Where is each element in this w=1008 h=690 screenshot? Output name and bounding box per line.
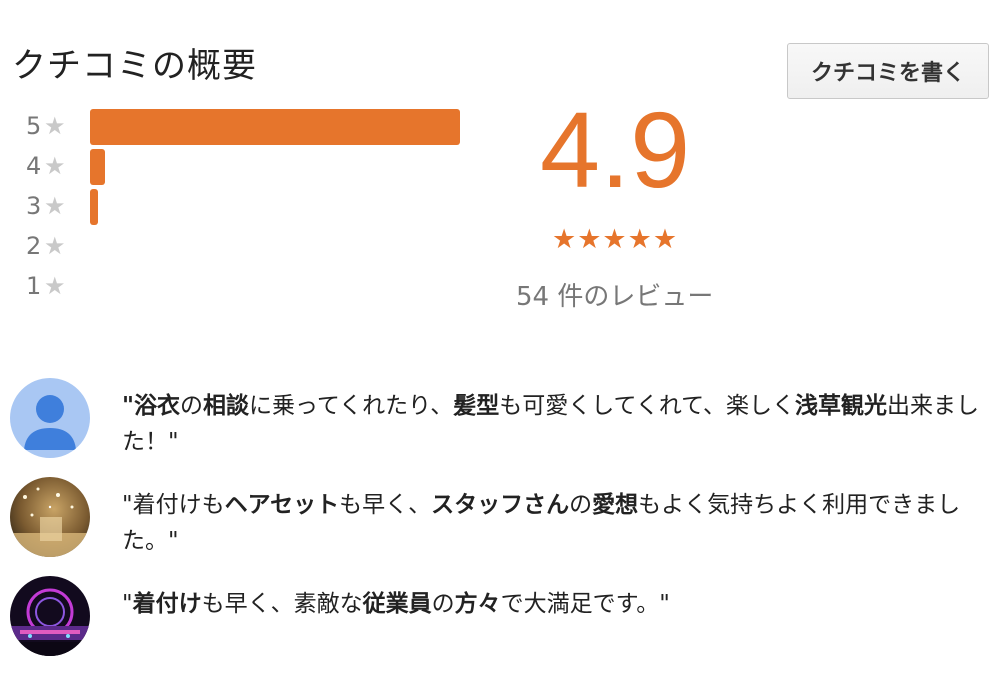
histogram-star-label: 4 — [26, 152, 42, 180]
highlighted-keyword: 方々 — [454, 591, 501, 617]
review-item: "浴衣の相談に乗ってくれたり、髪型も可愛くしてくれて、楽しく浅草観光出来ました！… — [10, 378, 1000, 458]
highlighted-keyword: 髪型 — [453, 393, 500, 419]
average-score: 4.9 — [540, 89, 691, 210]
review-text-fragment: の — [431, 591, 455, 617]
highlighted-keyword: 着付け — [132, 591, 202, 617]
review-snippet: "浴衣の相談に乗ってくれたり、髪型も可愛くしてくれて、楽しく浅草観光出来ました！… — [122, 388, 992, 460]
review-text-fragment: の — [569, 492, 593, 518]
avatar[interactable] — [10, 378, 90, 458]
histogram-star-label: 3 — [26, 192, 42, 220]
avatar[interactable] — [10, 477, 90, 557]
star-icon: ★ — [44, 232, 66, 260]
review-item: "着付けもヘアセットも早く、スタッフさんの愛想もよく気持ちよく利用できました。" — [10, 477, 1000, 557]
page-title: クチコミの概要 — [12, 46, 257, 86]
histogram-row-5: 5 ★ — [26, 108, 486, 145]
review-text-fragment: も可愛くしてくれて、楽しく — [499, 393, 796, 419]
histogram-star-label: 5 — [26, 112, 42, 140]
average-stars: ★★★★★ — [552, 224, 679, 255]
review-item: "着付けも早く、素敵な従業員の方々で大満足です。" — [10, 576, 1000, 656]
review-text-fragment: も早く、素敵な — [201, 591, 363, 617]
highlighted-keyword: 愛想 — [592, 492, 639, 518]
star-icon: ★ — [44, 112, 66, 140]
review-snippet: "着付けも早く、素敵な従業員の方々で大満足です。" — [122, 586, 992, 622]
review-text-fragment: "着付けも — [122, 492, 225, 518]
highlighted-keyword: 浅草観光 — [795, 393, 888, 419]
review-text-fragment: " — [122, 591, 133, 617]
review-text-fragment: で大満足です。" — [500, 591, 670, 617]
highlighted-keyword: 相談 — [202, 393, 249, 419]
histogram-row-4: 4 ★ — [26, 148, 486, 185]
histogram-star-label: 1 — [26, 272, 42, 300]
highlighted-keyword: 浴衣 — [133, 393, 180, 419]
histogram-row-3: 3 ★ — [26, 188, 486, 225]
star-icon: ★ — [44, 152, 66, 180]
review-text-fragment: に乗ってくれたり、 — [248, 393, 454, 419]
histogram-row-2: 2 ★ — [26, 228, 486, 264]
highlighted-keyword: " — [122, 393, 134, 419]
review-count[interactable]: 54 件のレビュー — [516, 276, 713, 313]
histogram-row-1: 1 ★ — [26, 268, 486, 304]
highlighted-keyword: スタッフさん — [431, 492, 570, 518]
histogram-bar — [90, 189, 98, 225]
review-text-fragment: の — [179, 393, 203, 419]
write-review-button[interactable]: クチコミを書く — [787, 43, 989, 99]
highlighted-keyword: ヘアセット — [224, 492, 340, 518]
avatar[interactable] — [10, 576, 90, 656]
star-icon: ★ — [44, 272, 66, 300]
highlighted-keyword: 従業員 — [362, 591, 432, 617]
histogram-star-label: 2 — [26, 232, 42, 260]
histogram-bar — [90, 109, 460, 145]
histogram-bar — [90, 149, 105, 185]
star-icon: ★ — [44, 192, 66, 220]
review-snippet: "着付けもヘアセットも早く、スタッフさんの愛想もよく気持ちよく利用できました。" — [122, 487, 992, 559]
review-text-fragment: も早く、 — [339, 492, 432, 518]
